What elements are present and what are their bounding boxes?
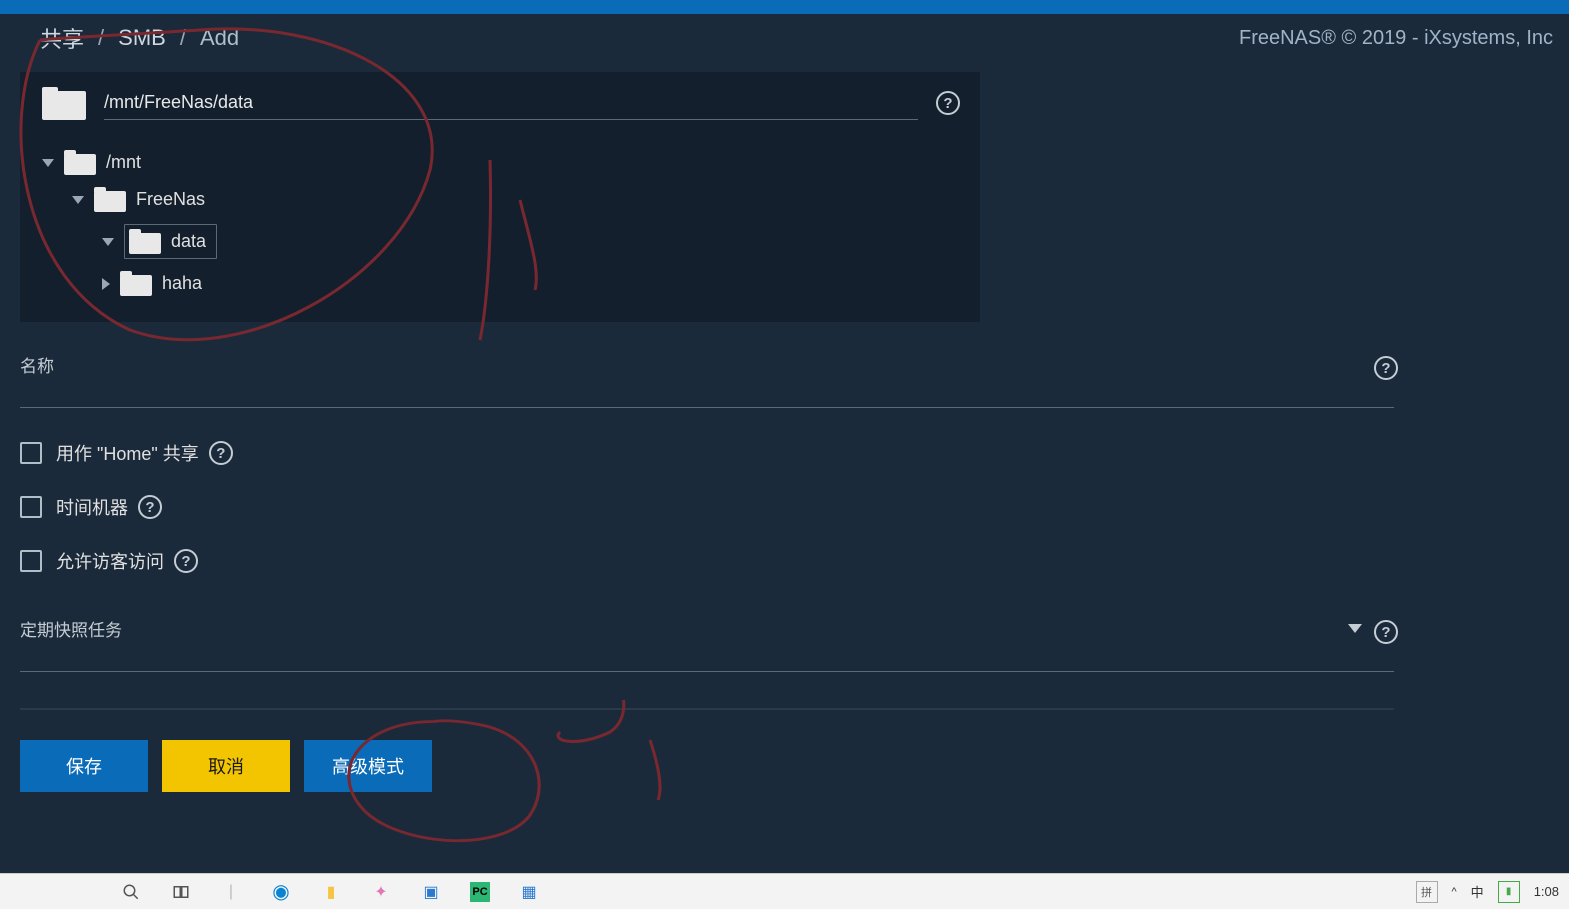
breadcrumb-item-add: Add xyxy=(200,25,239,51)
guest-access-checkbox[interactable] xyxy=(20,550,42,572)
snapshot-task-label: 定期快照任务 xyxy=(20,621,122,640)
path-input-row: ? xyxy=(34,86,960,120)
use-home-row: 用作 "Home" 共享 ? xyxy=(20,426,1394,480)
folder-icon xyxy=(120,271,152,296)
breadcrumb-item-smb[interactable]: SMB xyxy=(118,25,166,51)
advanced-mode-button[interactable]: 高级模式 xyxy=(304,740,432,792)
tree-node-label: data xyxy=(171,231,206,252)
path-input[interactable] xyxy=(104,86,918,120)
task-view-icon[interactable] xyxy=(170,881,192,903)
tree-node-haha[interactable]: haha xyxy=(102,265,960,302)
help-icon[interactable]: ? xyxy=(174,549,198,573)
copyright-text: FreeNAS® © 2019 - iXsystems, Inc xyxy=(1239,27,1553,50)
windows-taskbar: | ◉ ▮ ✦ ▣ PC ▦ 拼 ^ 中 ▮ 1:08 xyxy=(0,873,1569,909)
guest-access-row: 允许访客访问 ? xyxy=(20,534,1394,588)
help-icon[interactable]: ? xyxy=(936,91,960,115)
use-home-checkbox[interactable] xyxy=(20,442,42,464)
name-label: 名称 xyxy=(20,357,54,376)
name-field-row: 名称 ? xyxy=(20,352,1394,408)
dropdown-caret-icon[interactable] xyxy=(1348,624,1362,633)
time-machine-label: 时间机器 ? xyxy=(56,494,162,520)
snapshot-task-row: 定期快照任务 ? xyxy=(20,616,1394,672)
save-button[interactable]: 保存 xyxy=(20,740,148,792)
folder-icon xyxy=(129,229,161,254)
tree-node-freenas[interactable]: FreeNas xyxy=(72,181,960,218)
checkbox-text: 允许访客访问 xyxy=(56,548,164,574)
ime-lang[interactable]: 中 xyxy=(1471,882,1484,901)
help-icon[interactable]: ? xyxy=(1374,620,1398,644)
edge-icon[interactable]: ◉ xyxy=(270,881,292,903)
app-icon-1[interactable]: ✦ xyxy=(370,881,392,903)
tree-node-mnt[interactable]: /mnt xyxy=(42,144,960,181)
help-icon[interactable]: ? xyxy=(209,441,233,465)
tree-node-label: /mnt xyxy=(106,152,141,173)
tray-icon[interactable]: 拼 xyxy=(1416,881,1438,903)
taskbar-right: 拼 ^ 中 ▮ 1:08 xyxy=(1416,881,1560,903)
folder-icon xyxy=(42,86,86,120)
snapshot-task-select[interactable] xyxy=(20,643,1394,672)
checkbox-text: 用作 "Home" 共享 xyxy=(56,440,199,466)
chevron-right-icon[interactable] xyxy=(102,278,110,290)
taskbar-left: | ◉ ▮ ✦ ▣ PC ▦ xyxy=(120,881,540,903)
path-selector-card: ? /mnt FreeNas da xyxy=(20,72,980,322)
help-icon[interactable]: ? xyxy=(138,495,162,519)
breadcrumb-separator: / xyxy=(98,25,104,51)
guest-access-label: 允许访客访问 ? xyxy=(56,548,198,574)
help-icon[interactable]: ? xyxy=(1374,356,1398,380)
breadcrumb: 共享 / SMB / Add xyxy=(40,22,239,54)
tree-node-label: FreeNas xyxy=(136,189,205,210)
tray-chevron-icon[interactable]: ^ xyxy=(1452,886,1457,898)
folder-tree: /mnt FreeNas data xyxy=(34,144,960,302)
breadcrumb-bar: 共享 / SMB / Add FreeNAS® © 2019 - iXsyste… xyxy=(0,14,1569,62)
cancel-button[interactable]: 取消 xyxy=(162,740,290,792)
use-home-label: 用作 "Home" 共享 ? xyxy=(56,440,233,466)
battery-icon[interactable]: ▮ xyxy=(1498,881,1520,903)
taskbar-divider: | xyxy=(220,881,242,903)
time-machine-checkbox[interactable] xyxy=(20,496,42,518)
top-accent-bar xyxy=(0,0,1569,14)
folder-icon xyxy=(64,150,96,175)
form-fields: 名称 ? 用作 "Home" 共享 ? 时间机器 ? 允许访客访问 ? xyxy=(20,322,1394,822)
actions-bar: 保存 取消 高级模式 xyxy=(20,708,1394,822)
breadcrumb-item-share[interactable]: 共享 xyxy=(40,22,84,54)
app-icon-3[interactable]: ▦ xyxy=(518,881,540,903)
chevron-down-icon[interactable] xyxy=(42,159,54,167)
pycharm-icon[interactable]: PC xyxy=(470,882,490,902)
tree-node-label: haha xyxy=(162,273,202,294)
chevron-down-icon[interactable] xyxy=(72,196,84,204)
tree-node-selected: data xyxy=(124,224,217,259)
chevron-down-icon[interactable] xyxy=(102,238,114,246)
name-input[interactable] xyxy=(20,379,1394,408)
explorer-icon[interactable]: ▮ xyxy=(320,881,342,903)
checkbox-text: 时间机器 xyxy=(56,494,128,520)
clock[interactable]: 1:08 xyxy=(1534,884,1559,899)
tree-node-data[interactable]: data xyxy=(102,218,960,265)
time-machine-row: 时间机器 ? xyxy=(20,480,1394,534)
breadcrumb-separator: / xyxy=(180,25,186,51)
search-icon[interactable] xyxy=(120,881,142,903)
app-icon-2[interactable]: ▣ xyxy=(420,881,442,903)
folder-icon xyxy=(94,187,126,212)
form-content: ? /mnt FreeNas da xyxy=(0,62,1569,822)
